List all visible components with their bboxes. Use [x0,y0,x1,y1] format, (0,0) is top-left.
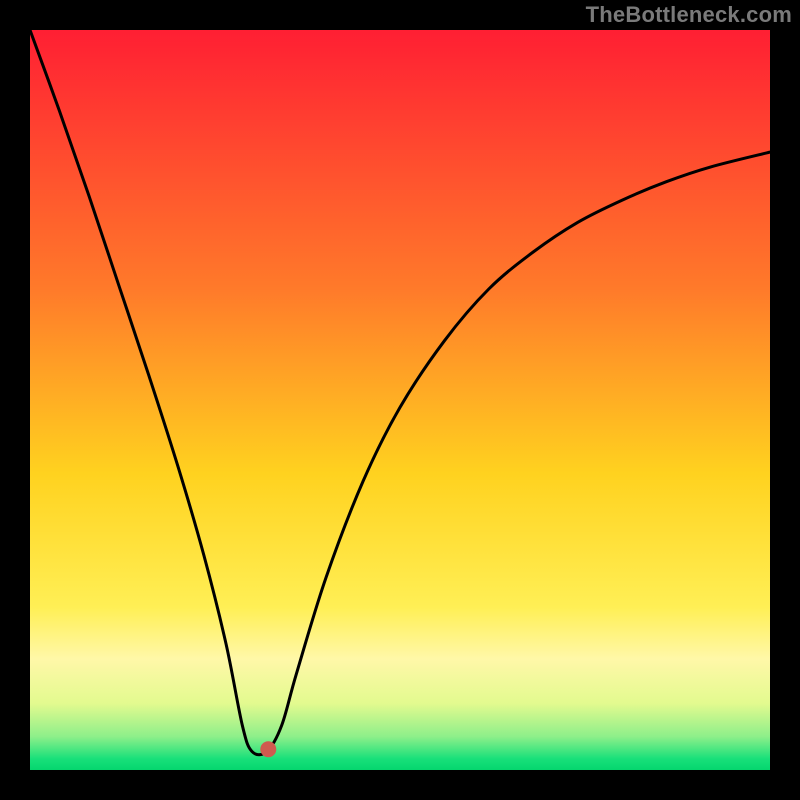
gradient-background [30,30,770,770]
watermark-text: TheBottleneck.com [586,2,792,28]
chart-frame: TheBottleneck.com [0,0,800,800]
min-marker [260,741,276,757]
plot-area [30,30,770,770]
chart-svg [30,30,770,770]
